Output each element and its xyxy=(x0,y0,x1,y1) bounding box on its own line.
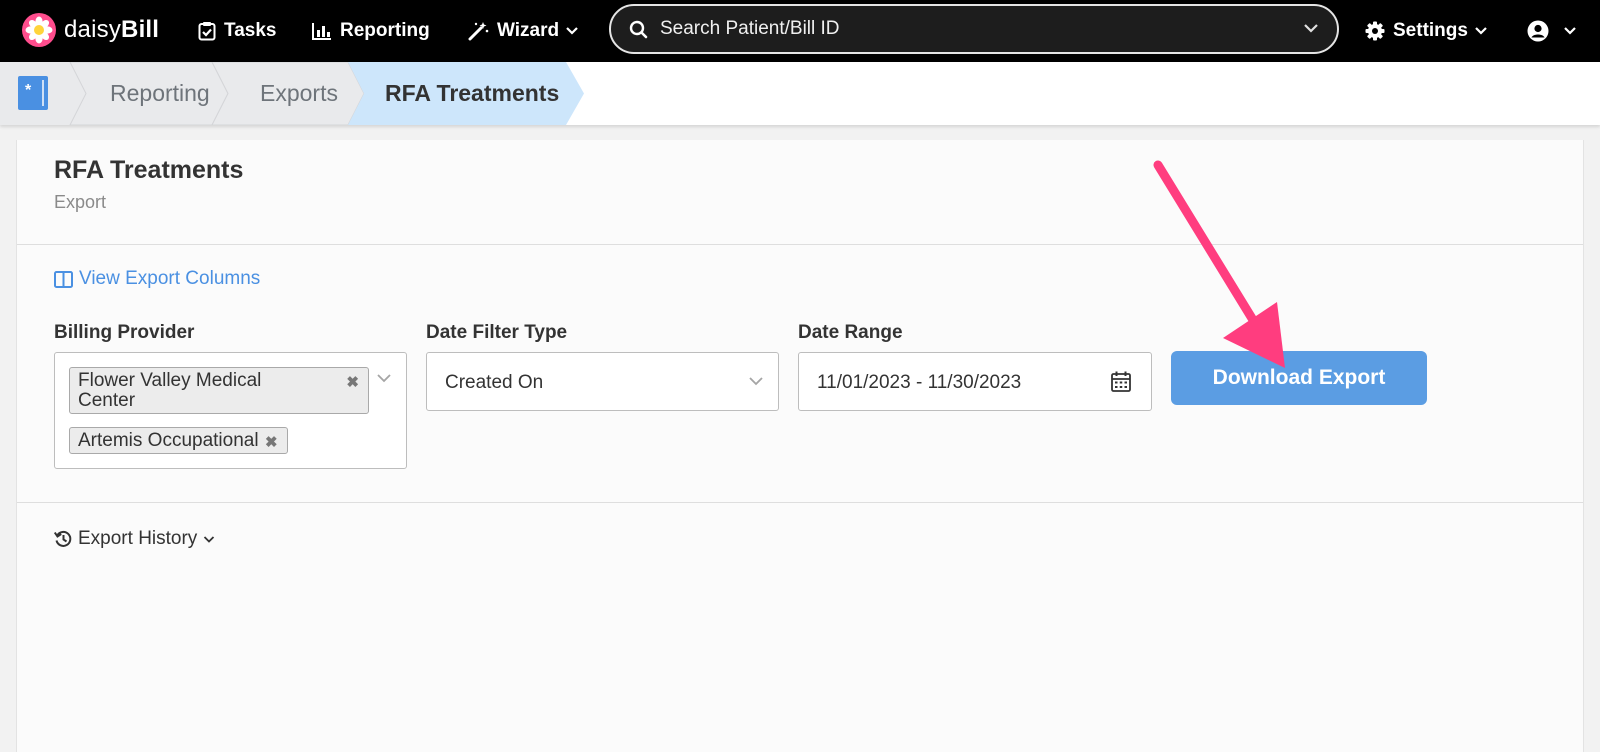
document-icon: * xyxy=(18,76,48,110)
page-subtitle: Export xyxy=(54,192,107,212)
user-menu[interactable] xyxy=(1527,14,1585,48)
search-input[interactable] xyxy=(660,18,1280,40)
nav-reporting-label: Reporting xyxy=(340,20,430,41)
magic-wand-icon xyxy=(468,22,489,41)
view-export-columns-link[interactable]: View Export Columns xyxy=(54,268,260,290)
brand-prefix: daisy xyxy=(64,16,122,43)
export-history-label: Export History xyxy=(78,528,198,549)
user-avatar-icon xyxy=(1527,20,1549,42)
download-export-button[interactable]: Download Export xyxy=(1171,351,1427,405)
chevron-down-icon xyxy=(1564,27,1576,35)
top-nav-bar: daisyBill Tasks Reporting Wizard Search … xyxy=(0,0,1600,62)
clipboard-check-icon xyxy=(198,22,216,41)
gear-icon xyxy=(1365,21,1385,41)
date-filter-type-label: Date Filter Type xyxy=(426,322,568,343)
nav-settings-label: Settings xyxy=(1393,20,1468,41)
brand-suffix: Bill xyxy=(121,16,160,43)
provider-tag-line: Center xyxy=(78,390,136,411)
provider-tag-line: Artemis Occupational xyxy=(78,430,259,451)
remove-tag-icon[interactable]: ✖ xyxy=(265,433,278,453)
provider-tag: Artemis Occupational ✖ xyxy=(69,427,288,454)
chevron-down-icon[interactable] xyxy=(376,373,392,384)
date-filter-type-select[interactable]: Created On xyxy=(426,352,779,411)
page-title: RFA Treatments xyxy=(54,156,244,184)
remove-tag-icon[interactable]: ✖ xyxy=(346,373,359,393)
breadcrumb-home[interactable]: * xyxy=(0,62,70,125)
search-icon xyxy=(629,20,648,38)
date-range-value: 11/01/2023 - 11/30/2023 xyxy=(817,372,1022,393)
billing-provider-label: Billing Provider xyxy=(54,322,195,343)
date-range-label: Date Range xyxy=(798,322,903,343)
brand-logo[interactable]: daisyBill xyxy=(22,10,159,50)
provider-tag: Flower Valley Medical Center ✖ xyxy=(69,367,369,414)
breadcrumb: * Reporting Exports RFA Treatments xyxy=(0,62,1600,125)
history-icon xyxy=(54,530,72,547)
chevron-down-icon xyxy=(749,377,763,386)
divider xyxy=(17,244,1583,245)
nav-tasks-label: Tasks xyxy=(224,20,277,41)
bar-chart-icon xyxy=(312,23,331,40)
nav-wizard[interactable]: Wizard xyxy=(467,14,587,48)
chevron-down-icon xyxy=(1475,27,1487,35)
date-filter-type-value: Created On xyxy=(445,372,544,393)
nav-settings[interactable]: Settings xyxy=(1365,14,1496,48)
nav-tasks[interactable]: Tasks xyxy=(198,14,276,48)
search-bar[interactable] xyxy=(609,4,1339,54)
date-range-input[interactable]: 11/01/2023 - 11/30/2023 xyxy=(798,352,1152,411)
export-card: RFA Treatments Export View Export Column… xyxy=(16,140,1584,752)
chevron-down-icon[interactable] xyxy=(1303,22,1319,34)
provider-tag-line: Flower Valley Medical xyxy=(78,370,262,391)
divider xyxy=(17,502,1583,503)
nav-wizard-label: Wizard xyxy=(497,20,560,41)
daisy-logo-icon xyxy=(22,13,56,47)
nav-reporting[interactable]: Reporting xyxy=(312,14,430,48)
breadcrumb-label: Exports xyxy=(260,80,338,106)
breadcrumb-item-exports[interactable]: Exports xyxy=(260,62,338,125)
columns-icon xyxy=(54,270,73,288)
chevron-down-icon xyxy=(566,27,578,35)
brand-name: daisyBill xyxy=(64,16,159,44)
breadcrumb-item-current: RFA Treatments xyxy=(385,62,559,125)
chevron-down-icon xyxy=(204,535,215,543)
breadcrumb-item-reporting[interactable]: Reporting xyxy=(110,62,210,125)
breadcrumb-label: Reporting xyxy=(110,80,210,106)
breadcrumb-label: RFA Treatments xyxy=(385,80,560,106)
view-export-columns-label: View Export Columns xyxy=(79,268,261,289)
export-history-toggle[interactable]: Export History xyxy=(54,528,221,550)
billing-provider-multiselect[interactable]: Flower Valley Medical Center ✖ Artemis O… xyxy=(54,352,407,469)
calendar-icon[interactable] xyxy=(1111,371,1131,392)
